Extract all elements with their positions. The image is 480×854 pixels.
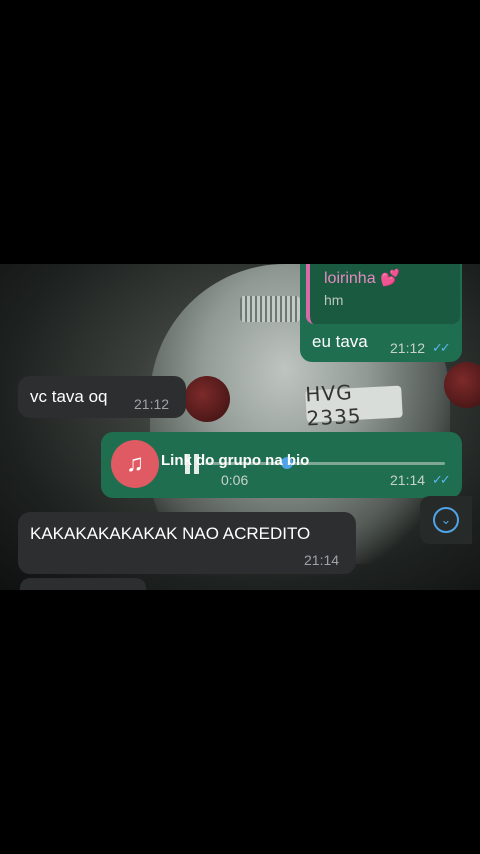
message-time: 21:12 (134, 396, 170, 412)
audio-message-bubble[interactable]: ♫ Link do grupo na bio 0:06 21:14 ✓✓ (101, 432, 462, 498)
message-text: KAKAKAKAKAKAK NAO ACREDITO (30, 524, 311, 543)
outgoing-reply-bubble[interactable]: loirinha 💕 hm eu tava 21:12 ✓✓ (300, 264, 462, 362)
message-text: vc tava oq (30, 387, 108, 406)
overlay-caption: Link do grupo na bio (161, 452, 310, 469)
message-text: eu tava (312, 332, 368, 351)
quote-author: loirinha 💕 (324, 270, 400, 287)
chevron-down-icon: ⌄ (433, 507, 459, 533)
read-ticks-icon: ✓✓ (432, 340, 451, 355)
car-plate: HVG 2335 (305, 380, 403, 430)
message-time: 21:14 (304, 552, 340, 568)
message-time: 21:12 (390, 340, 426, 356)
quote-text: hm (324, 292, 344, 308)
read-ticks-icon: ✓✓ (432, 472, 451, 487)
car-light-left (184, 376, 230, 422)
car-vent (240, 296, 300, 322)
message-time: 21:14 (390, 472, 426, 488)
audio-duration: 0:06 (221, 472, 249, 488)
scroll-to-bottom-button[interactable]: ⌄ (420, 496, 472, 544)
incoming-message-bubble-partial[interactable] (20, 578, 146, 590)
incoming-message-bubble[interactable]: KAKAKAKAKAKAK NAO ACREDITO 21:14 (18, 512, 356, 574)
music-note-icon: ♫ (111, 440, 159, 488)
quoted-message[interactable]: loirinha 💕 hm (306, 264, 460, 324)
incoming-message-bubble[interactable]: vc tava oq 21:12 (18, 376, 186, 418)
